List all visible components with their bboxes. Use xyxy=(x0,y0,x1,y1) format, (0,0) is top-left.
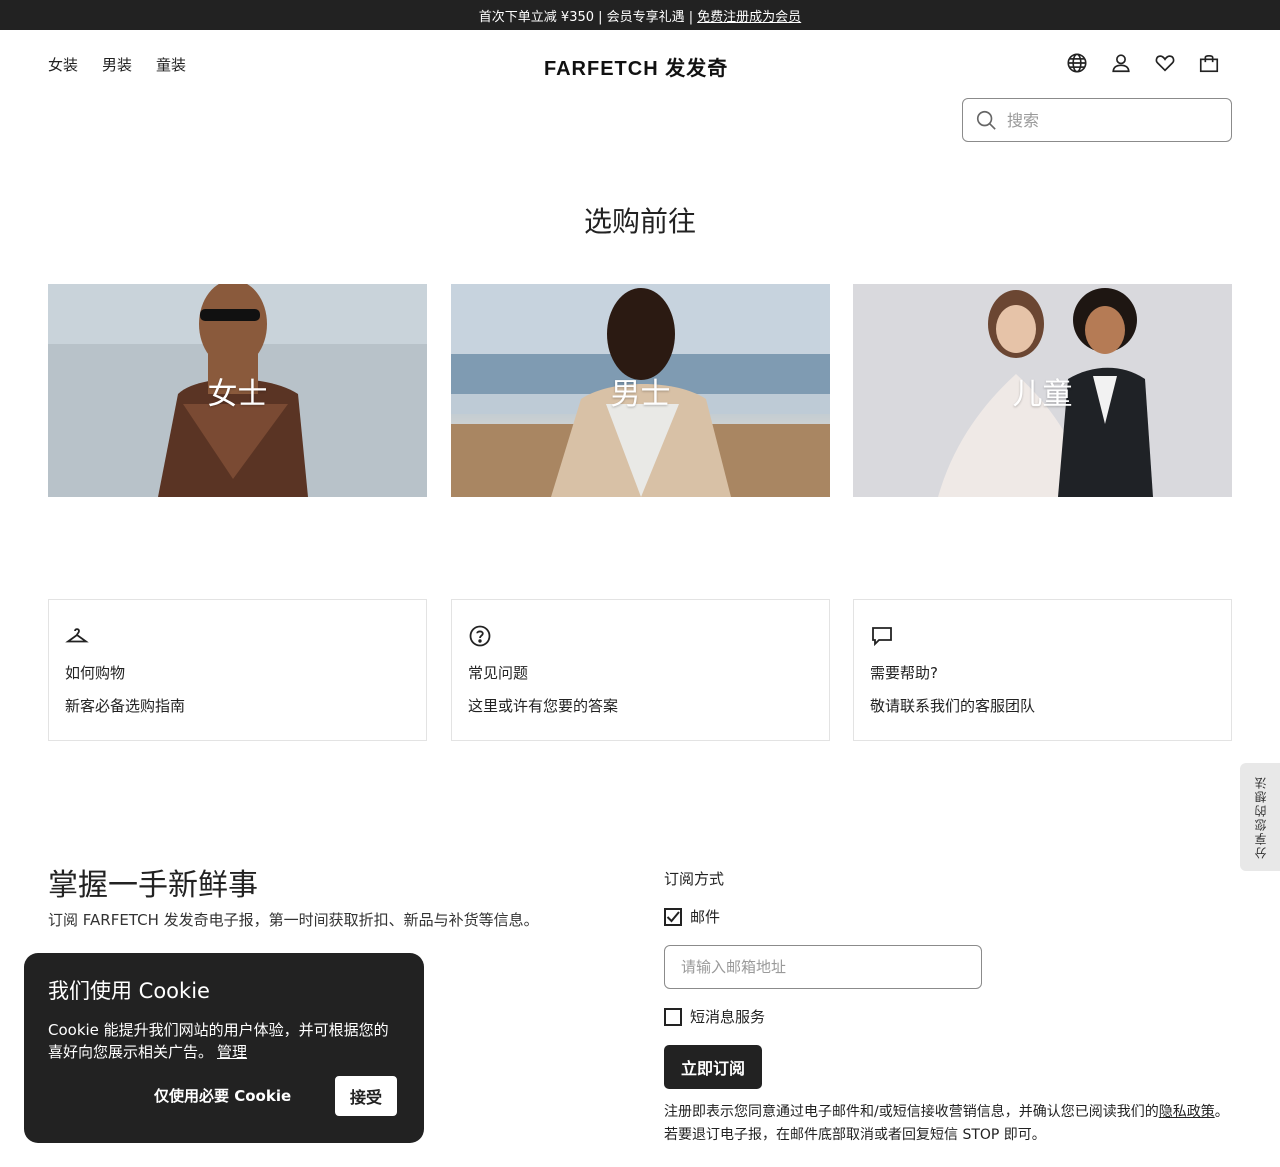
register-link[interactable]: 免费注册成为会员 xyxy=(697,6,801,25)
shop-section-title: 选购前往 xyxy=(583,205,696,238)
legal-notice: 注册即表示您同意通过电子邮件和/或短信接收营销信息，并确认您已阅读我们的隐私政策… xyxy=(664,1101,1244,1147)
globe-icon[interactable] xyxy=(1066,52,1088,74)
subscribe-button[interactable]: 立即订阅 xyxy=(664,1045,762,1089)
sms-option-label: 短消息服务 xyxy=(690,1008,766,1026)
privacy-policy-link[interactable]: 隐私政策 xyxy=(1159,1104,1215,1120)
gender-nav: 女装 男装 童装 xyxy=(48,54,186,75)
legal-prefix: 注册即表示您同意通过电子邮件和/或短信接收营销信息，并确认您已阅读我们的 xyxy=(664,1104,1159,1120)
help-card-subtitle: 这里或许有您要的答案 xyxy=(468,697,619,715)
email-option-label: 邮件 xyxy=(690,908,721,926)
help-card-title: 常见问题 xyxy=(468,664,529,682)
search-bar[interactable] xyxy=(962,98,1232,142)
sms-checkbox[interactable] xyxy=(664,1007,682,1026)
email-checkbox[interactable] xyxy=(664,907,682,926)
accept-cookies-button[interactable]: 接受 xyxy=(334,1075,398,1117)
category-card-kids[interactable]: 儿童 xyxy=(853,284,1232,497)
checkmark-icon xyxy=(666,910,680,922)
promo-text: 首次下单立减 ¥350 | 会员专享礼遇 | xyxy=(478,9,694,25)
chat-bubble-icon xyxy=(872,627,892,647)
cookie-body: Cookie 能提升我们网站的用户体验，并可根据您的喜好向您展示相关广告。 管理 xyxy=(48,1019,400,1063)
category-card-men[interactable]: 男士 xyxy=(451,284,830,497)
cookie-title: 我们使用 Cookie xyxy=(48,979,210,1003)
sms-option[interactable]: 短消息服务 xyxy=(664,1006,765,1027)
nav-women[interactable]: 女装 xyxy=(48,54,78,75)
help-card-subtitle: 新客必备选购指南 xyxy=(65,697,186,715)
category-label-women: 女士 xyxy=(207,376,268,412)
category-label-kids: 儿童 xyxy=(1012,376,1073,412)
help-card-contact[interactable]: 需要帮助? 敬请联系我们的客服团队 xyxy=(853,599,1232,741)
search-input[interactable] xyxy=(1007,110,1207,130)
hanger-icon xyxy=(65,628,89,643)
newsletter-title: 掌握一手新鲜事 xyxy=(48,868,258,903)
feedback-tab[interactable]: 分享您的想法 xyxy=(1240,763,1280,871)
cookie-manage-link[interactable]: 管理 xyxy=(217,1043,247,1061)
nav-men[interactable]: 男装 xyxy=(102,54,132,75)
email-option[interactable]: 邮件 xyxy=(664,906,720,927)
nav-kids[interactable]: 童装 xyxy=(156,54,186,75)
help-card-subtitle: 敬请联系我们的客服团队 xyxy=(870,697,1036,715)
site-header: 女装 男装 童装 FARFETCH 发发奇 xyxy=(0,30,1280,98)
feedback-label: 分享您的想法 xyxy=(1253,775,1268,859)
help-card-faq[interactable]: 常见问题 这里或许有您要的答案 xyxy=(451,599,830,741)
header-actions xyxy=(1066,52,1220,74)
promo-bar: 首次下单立减 ¥350 | 会员专享礼遇 | 免费注册成为会员 xyxy=(0,0,1280,30)
shopping-bag-icon[interactable] xyxy=(1198,52,1220,74)
essential-cookies-button[interactable]: 仅使用必要 Cookie xyxy=(154,1085,291,1106)
help-card-title: 需要帮助? xyxy=(870,664,938,682)
account-icon[interactable] xyxy=(1110,52,1132,74)
help-card-title: 如何购物 xyxy=(65,664,126,682)
question-circle-icon xyxy=(469,625,491,647)
search-icon xyxy=(976,110,996,130)
help-card-how-to-shop[interactable]: 如何购物 新客必备选购指南 xyxy=(48,599,427,741)
email-field[interactable] xyxy=(664,945,982,989)
newsletter-subtitle: 订阅 FARFETCH 发发奇电子报，第一时间获取折扣、新品与补货等信息。 xyxy=(48,911,539,929)
cookie-banner: 我们使用 Cookie Cookie 能提升我们网站的用户体验，并可根据您的喜好… xyxy=(24,953,424,1143)
subscribe-method-label: 订阅方式 xyxy=(664,870,725,888)
wishlist-heart-icon[interactable] xyxy=(1154,52,1176,74)
farfetch-logo[interactable]: FARFETCH 发发奇 xyxy=(544,52,744,81)
category-card-women[interactable]: 女士 xyxy=(48,284,427,497)
category-label-men: 男士 xyxy=(610,376,671,412)
